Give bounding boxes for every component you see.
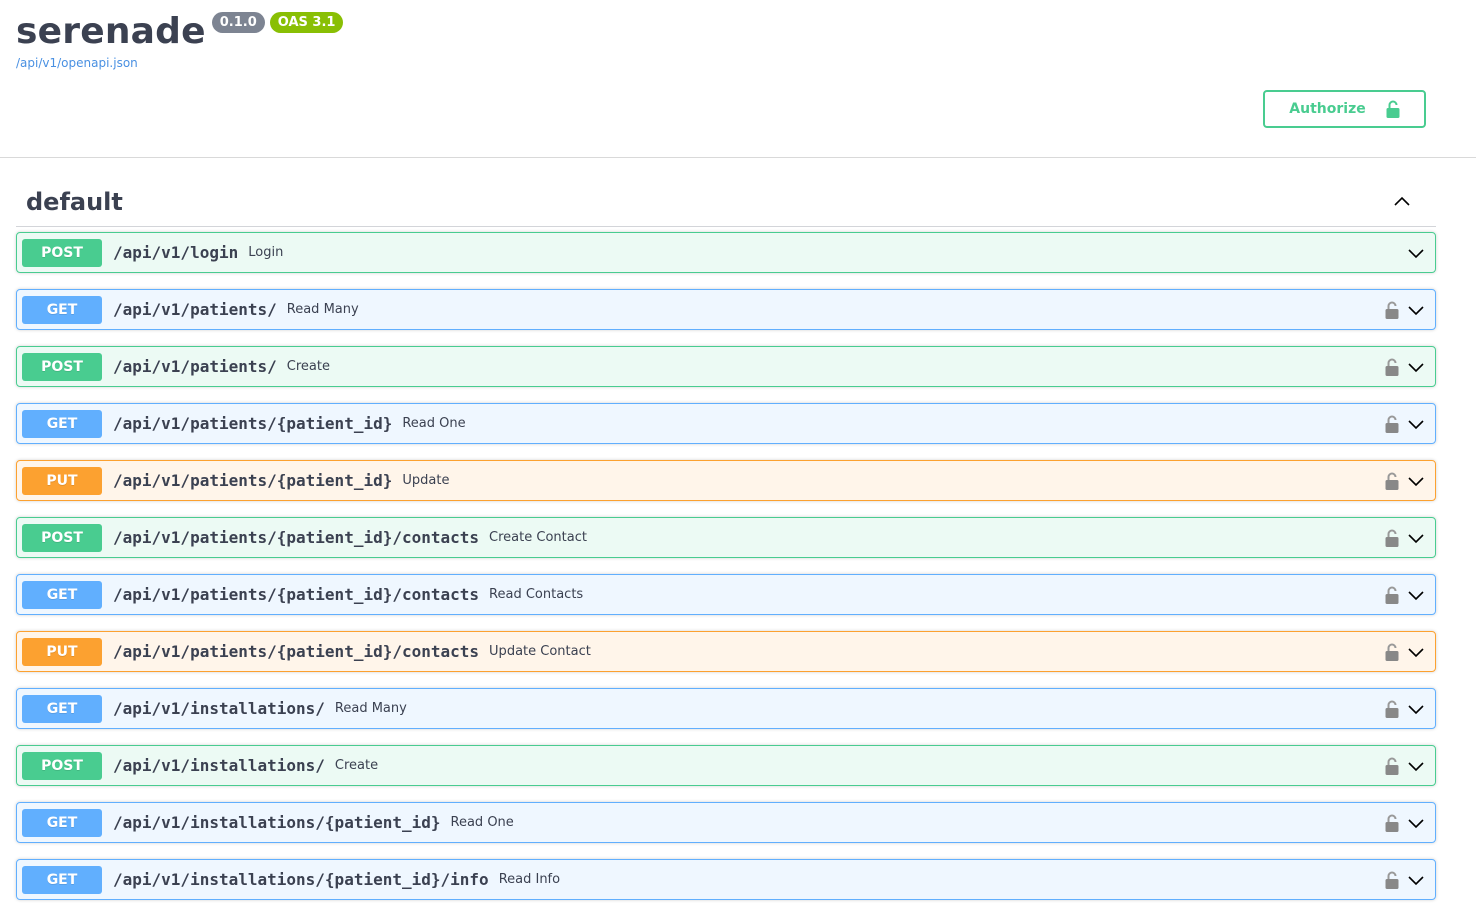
method-badge: GET (22, 295, 102, 324)
operation-controls (1385, 404, 1425, 443)
method-badge: POST (22, 238, 102, 267)
operation-get[interactable]: GET/api/v1/patients/{patient_id} Read One (16, 403, 1436, 444)
operation-controls (1407, 233, 1425, 272)
version-badge: 0.1.0 (211, 12, 265, 33)
operation-get[interactable]: GET/api/v1/installations/{patient_id} Rea… (16, 802, 1436, 843)
api-title: serenade (16, 11, 206, 52)
method-badge: GET (22, 808, 102, 837)
operation-summary: Login (248, 245, 284, 260)
operation-path: /api/v1/installations/ (113, 699, 325, 718)
tag-name: default (26, 188, 123, 216)
operation-post[interactable]: POST/api/v1/patients/{patient_id}/contac… (16, 517, 1436, 558)
chevron-down-icon[interactable] (1407, 871, 1425, 889)
operation-post[interactable]: POST/api/v1/patients/Create (16, 346, 1436, 387)
method-badge: POST (22, 751, 102, 780)
method-badge: PUT (22, 637, 102, 666)
chevron-down-icon[interactable] (1407, 814, 1425, 832)
method-badge: GET (22, 409, 102, 438)
chevron-down-icon[interactable] (1407, 415, 1425, 433)
operation-get[interactable]: GET/api/v1/patients/{patient_id}/contact… (16, 574, 1436, 615)
operation-path: /api/v1/patients/{patient_id}/contacts (113, 528, 480, 547)
chevron-down-icon[interactable] (1407, 643, 1425, 661)
lock-icon[interactable] (1385, 529, 1399, 547)
operation-path: /api/v1/patients/{patient_id}/contacts (113, 585, 480, 604)
title-row: serenade 0.1.0 OAS 3.1 (16, 10, 344, 54)
operation-path: /api/v1/patients/{patient_id}/contacts (113, 642, 480, 661)
operation-post[interactable]: POST/api/v1/login Login (16, 232, 1436, 273)
lock-icon[interactable] (1385, 586, 1399, 604)
lock-icon[interactable] (1385, 301, 1399, 319)
operations-list: POST/api/v1/login Login GET/api/v1/patient… (16, 232, 1436, 916)
operation-put[interactable]: PUT/api/v1/patients/{patient_id}/contact… (16, 631, 1436, 672)
operation-controls (1385, 632, 1425, 671)
operation-path: /api/v1/patients/ (113, 357, 277, 376)
operation-controls (1385, 803, 1425, 842)
operation-summary: Create (286, 359, 330, 374)
operation-controls (1385, 290, 1425, 329)
operation-summary: Read One (450, 815, 514, 830)
operation-path: /api/v1/patients/ (113, 300, 277, 319)
api-info: serenade 0.1.0 OAS 3.1 /api/v1/openapi.j… (16, 0, 1436, 150)
method-badge: PUT (22, 466, 102, 495)
oas-badge: OAS 3.1 (269, 12, 344, 33)
chevron-up-icon[interactable] (1392, 192, 1412, 212)
operation-path: /api/v1/installations/{patient_id}/info (113, 870, 489, 889)
lock-icon[interactable] (1385, 871, 1399, 889)
operation-get[interactable]: GET/api/v1/installations/Read Many (16, 688, 1436, 729)
operation-controls (1385, 518, 1425, 557)
header-divider (0, 157, 1476, 158)
operation-put[interactable]: PUT/api/v1/patients/{patient_id} Update (16, 460, 1436, 501)
operation-controls (1385, 461, 1425, 500)
operation-summary: Read Many (334, 701, 407, 716)
operation-path: /api/v1/installations/{patient_id} (113, 813, 441, 832)
openapi-spec-link[interactable]: /api/v1/openapi.json (16, 56, 138, 70)
lock-icon[interactable] (1385, 643, 1399, 661)
lock-icon[interactable] (1385, 415, 1399, 433)
operation-controls (1385, 746, 1425, 785)
chevron-down-icon[interactable] (1407, 358, 1425, 376)
operation-post[interactable]: POST/api/v1/installations/Create (16, 745, 1436, 786)
operation-controls (1385, 689, 1425, 728)
method-badge: POST (22, 523, 102, 552)
lock-icon[interactable] (1385, 757, 1399, 775)
authorize-button[interactable]: Authorize (1263, 90, 1426, 128)
authorize-label: Authorize (1289, 101, 1366, 117)
operation-path: /api/v1/patients/{patient_id} (113, 414, 393, 433)
unlocked-lock-icon (1386, 100, 1400, 118)
chevron-down-icon[interactable] (1407, 586, 1425, 604)
operation-summary: Create Contact (489, 530, 587, 545)
method-badge: GET (22, 694, 102, 723)
chevron-down-icon[interactable] (1407, 700, 1425, 718)
operation-controls (1385, 347, 1425, 386)
operation-summary: Update Contact (489, 644, 591, 659)
method-badge: GET (22, 580, 102, 609)
lock-icon[interactable] (1385, 358, 1399, 376)
operation-controls (1385, 860, 1425, 899)
operation-summary: Read Many (286, 302, 359, 317)
method-badge: GET (22, 865, 102, 894)
operation-summary: Read Info (498, 872, 561, 887)
chevron-down-icon[interactable] (1407, 529, 1425, 547)
lock-icon[interactable] (1385, 472, 1399, 490)
tag-section-default[interactable]: default (16, 178, 1436, 227)
chevron-down-icon[interactable] (1407, 301, 1425, 319)
method-badge: POST (22, 352, 102, 381)
operation-path: /api/v1/installations/ (113, 756, 325, 775)
lock-icon[interactable] (1385, 814, 1399, 832)
chevron-down-icon[interactable] (1407, 244, 1425, 262)
operation-path: /api/v1/patients/{patient_id} (113, 471, 393, 490)
operation-path: /api/v1/login (113, 243, 239, 262)
operation-controls (1385, 575, 1425, 614)
operation-summary: Read One (402, 416, 466, 431)
lock-icon[interactable] (1385, 700, 1399, 718)
chevron-down-icon[interactable] (1407, 472, 1425, 490)
chevron-down-icon[interactable] (1407, 757, 1425, 775)
operation-summary: Create (334, 758, 379, 773)
operation-summary: Update (402, 473, 450, 488)
operation-get[interactable]: GET/api/v1/patients/Read Many (16, 289, 1436, 330)
operation-summary: Read Contacts (489, 587, 584, 602)
